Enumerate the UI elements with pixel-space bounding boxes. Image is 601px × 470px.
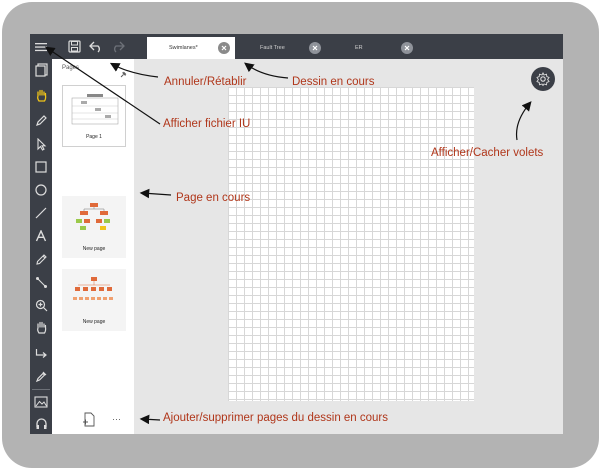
more-options-button[interactable]: ··· — [112, 414, 121, 424]
left-toolbar — [30, 59, 52, 434]
fault-tree-preview-icon — [76, 203, 110, 230]
drawing-canvas[interactable] — [228, 87, 474, 401]
page-thumbnail-1[interactable]: Page 1 — [62, 85, 126, 147]
page-label: New page — [82, 319, 106, 325]
pointer-arrow-icon[interactable] — [32, 135, 50, 153]
swimlanes-preview-icon — [71, 94, 119, 125]
zoom-icon[interactable] — [32, 296, 50, 314]
connector-icon[interactable] — [32, 273, 50, 291]
annotation-add-remove-pages: Ajouter/supprimer pages du dessin en cou… — [163, 412, 389, 424]
page-thumbnail-2[interactable]: New page — [62, 196, 126, 258]
drawing-area — [134, 59, 563, 434]
pan-hand-icon[interactable] — [32, 87, 50, 105]
tab-er[interactable]: ER — [330, 37, 418, 59]
toolbar-divider — [32, 389, 50, 390]
save-icon[interactable] — [66, 38, 82, 54]
top-toolbar: Swimlanes* Fault Tree ER — [30, 34, 563, 59]
elbow-connector-icon[interactable] — [32, 344, 50, 362]
page-thumbnail-3[interactable]: New page — [62, 269, 126, 331]
gear-icon — [536, 72, 550, 86]
rectangle-icon[interactable] — [32, 158, 50, 176]
hamburger-menu-icon[interactable] — [33, 39, 49, 55]
app-window: Swimlanes* Fault Tree ER Pages Page 1 Ne… — [30, 34, 563, 434]
close-icon[interactable] — [309, 42, 321, 54]
pages-panel-title: Pages — [62, 65, 80, 71]
pages-panel-icon[interactable] — [32, 61, 50, 79]
annotation-toggle-panels: Afficher/Cacher volets — [431, 147, 544, 159]
pin-icon[interactable] — [120, 65, 127, 83]
pencil-icon[interactable] — [32, 250, 50, 268]
annotation-show-ui-file: Afficher fichier IU — [163, 118, 251, 130]
headset-icon[interactable] — [32, 414, 50, 432]
close-icon[interactable] — [218, 42, 230, 54]
text-tool-icon[interactable] — [32, 227, 50, 245]
pages-panel: Pages Page 1 New page New page ··· — [52, 59, 134, 434]
add-page-icon[interactable] — [82, 412, 96, 433]
annotation-current-drawing: Dessin en cours — [292, 76, 375, 88]
pages-panel-footer: ··· — [52, 408, 134, 434]
page-label: New page — [82, 246, 106, 252]
undo-icon[interactable] — [88, 38, 104, 54]
pen-icon[interactable] — [32, 111, 50, 129]
ellipse-icon[interactable] — [32, 181, 50, 199]
hand-icon[interactable] — [32, 319, 50, 337]
annotation-undo-redo: Annuler/Rétablir — [164, 76, 247, 88]
toggle-panels-button[interactable] — [531, 67, 555, 91]
tab-fault-tree[interactable]: Fault Tree — [238, 37, 326, 59]
annotation-current-page: Page en cours — [176, 192, 251, 204]
image-icon[interactable] — [32, 393, 50, 411]
tab-swimlanes[interactable]: Swimlanes* — [147, 37, 235, 59]
close-icon[interactable] — [401, 42, 413, 54]
line-icon[interactable] — [32, 204, 50, 222]
org-chart-preview-icon — [73, 277, 113, 300]
redo-icon[interactable] — [110, 38, 126, 54]
eyedropper-icon[interactable] — [32, 367, 50, 385]
page-label: Page 1 — [86, 134, 102, 140]
